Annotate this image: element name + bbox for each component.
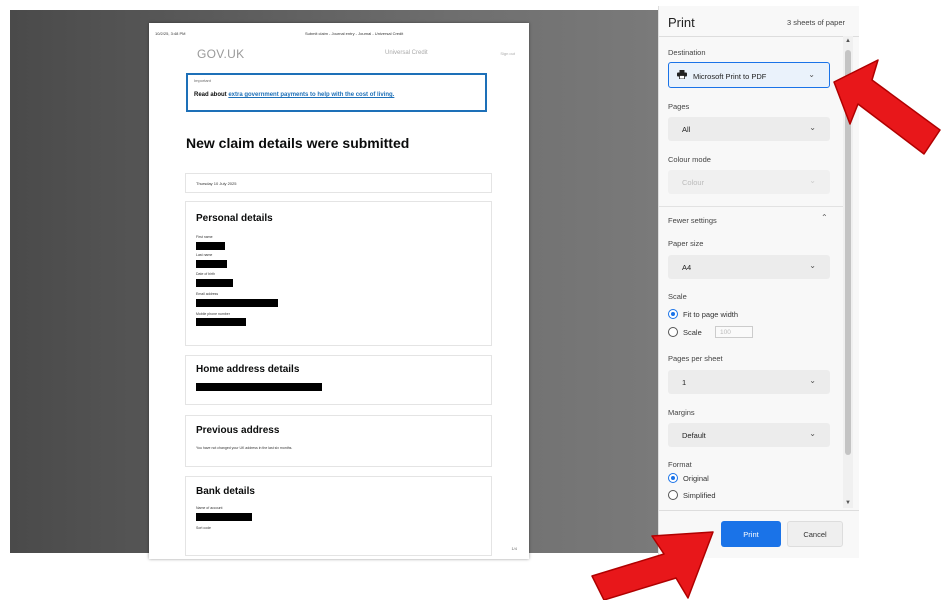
colour-mode-value: Colour xyxy=(682,178,705,187)
field-label: Date of birth xyxy=(196,272,216,276)
print-preview-area: 10/2/25, 3:48 PM Submit claim - Journal … xyxy=(10,10,658,559)
redacted-value xyxy=(196,513,252,521)
field-label: Sort code xyxy=(196,526,211,530)
arrow-to-print-button-icon xyxy=(591,531,714,600)
scale-input: 100 xyxy=(715,326,753,338)
page-number: 1/4 xyxy=(511,546,517,551)
margins-value: Default xyxy=(682,431,706,440)
redacted-value xyxy=(196,260,227,268)
chevron-down-icon: ⌄ xyxy=(809,429,816,438)
redacted-value xyxy=(196,242,225,250)
radio-unselected-icon[interactable] xyxy=(668,490,678,500)
scale-label: Scale xyxy=(668,292,687,301)
home-address-card: Home address details xyxy=(185,355,492,405)
redacted-value xyxy=(196,279,233,287)
sheets-count: 3 sheets of paper xyxy=(787,18,845,27)
previous-address-text: You have not changed your UK address in … xyxy=(196,446,293,450)
submission-date: Thursday 10 July 2025 xyxy=(196,181,237,186)
format-label: Format xyxy=(668,460,692,469)
govuk-logo: GOV.UK xyxy=(197,47,245,61)
radio-selected-icon[interactable] xyxy=(668,309,678,319)
chevron-down-icon: ⌄ xyxy=(809,376,816,385)
personal-details-card: Personal details First name Last name Da… xyxy=(185,201,492,346)
pages-per-sheet-select[interactable]: 1 ⌄ xyxy=(668,370,830,394)
important-text: Read about extra government payments to … xyxy=(194,91,479,99)
redacted-value xyxy=(196,299,278,307)
preview-page: 10/2/25, 3:48 PM Submit claim - Journal … xyxy=(149,23,529,559)
scale-fit-label: Fit to page width xyxy=(683,310,739,319)
field-label: Email address xyxy=(196,292,219,296)
colour-mode-select: Colour ⌄ xyxy=(668,170,830,194)
pages-per-sheet-label: Pages per sheet xyxy=(668,354,723,363)
dialog-title: Print xyxy=(668,15,695,30)
pages-value: All xyxy=(682,125,691,134)
important-banner: Important Read about extra government pa… xyxy=(186,73,487,112)
radio-unselected-icon[interactable] xyxy=(668,327,678,337)
section-divider xyxy=(659,206,849,207)
settings-scroll-area[interactable]: Destination Microsoft Print to PDF ⌄ Pag… xyxy=(659,36,849,508)
print-button[interactable]: Print xyxy=(721,521,781,547)
field-label: Mobile phone number xyxy=(196,312,230,316)
destination-select[interactable]: Microsoft Print to PDF ⌄ xyxy=(668,62,830,88)
arrow-to-destination-icon xyxy=(833,59,941,155)
chevron-down-icon: ⌄ xyxy=(809,261,816,270)
format-original-label: Original xyxy=(683,474,709,483)
chevron-down-icon: ⌄ xyxy=(809,176,816,185)
sign-out-link: Sign out xyxy=(500,51,515,56)
pages-select[interactable]: All ⌄ xyxy=(668,117,830,141)
govuk-header: GOV.UK Universal Credit Sign out xyxy=(197,47,515,63)
page-header-datetime: 10/2/25, 3:48 PM xyxy=(155,31,186,36)
paper-size-value: A4 xyxy=(682,263,692,272)
margins-label: Margins xyxy=(668,408,695,417)
bank-details-card: Bank details Name of account Sort code xyxy=(185,476,492,556)
bank-details-heading: Bank details xyxy=(196,486,255,497)
chevron-down-icon: ⌄ xyxy=(809,123,816,132)
colour-mode-label: Colour mode xyxy=(668,155,711,164)
redacted-value xyxy=(196,383,322,391)
previous-address-heading: Previous address xyxy=(196,425,280,436)
fewer-settings-toggle[interactable]: Fewer settings xyxy=(668,216,717,225)
paper-size-select[interactable]: A4 ⌄ xyxy=(668,255,830,279)
chevron-up-icon[interactable]: ⌃ xyxy=(821,213,828,222)
scroll-down-icon[interactable]: ▼ xyxy=(843,500,853,506)
chevron-down-icon: ⌄ xyxy=(808,70,815,79)
radio-selected-icon[interactable] xyxy=(668,473,678,483)
page-header-title: Submit claim - Journal entry - Journal -… xyxy=(305,31,404,36)
field-label: First name xyxy=(196,235,213,239)
important-text-lead: Read about xyxy=(194,92,229,98)
pages-per-sheet-value: 1 xyxy=(682,378,687,387)
format-simplified-label: Simplified xyxy=(683,491,716,500)
cancel-button[interactable]: Cancel xyxy=(787,521,843,547)
field-label: Name of account xyxy=(196,506,223,510)
previous-address-card: Previous address You have not changed yo… xyxy=(185,415,492,467)
redacted-value xyxy=(196,318,246,326)
home-address-heading: Home address details xyxy=(196,364,300,375)
destination-label: Destination xyxy=(668,48,706,57)
scale-custom-label: Scale xyxy=(683,328,702,337)
cost-of-living-link: extra government payments to help with t… xyxy=(228,92,395,98)
pages-label: Pages xyxy=(668,102,690,111)
field-label: Last name xyxy=(196,253,213,257)
scroll-up-icon[interactable]: ▲ xyxy=(843,38,853,44)
printer-icon xyxy=(677,70,687,79)
important-label: Important xyxy=(194,78,211,83)
personal-details-heading: Personal details xyxy=(196,213,273,224)
service-name: Universal Credit xyxy=(385,50,428,56)
margins-select[interactable]: Default ⌄ xyxy=(668,423,830,447)
page-title: New claim details were submitted xyxy=(186,135,410,151)
paper-size-label: Paper size xyxy=(668,239,704,248)
destination-value: Microsoft Print to PDF xyxy=(693,72,767,81)
date-card: Thursday 10 July 2025 xyxy=(185,173,492,193)
